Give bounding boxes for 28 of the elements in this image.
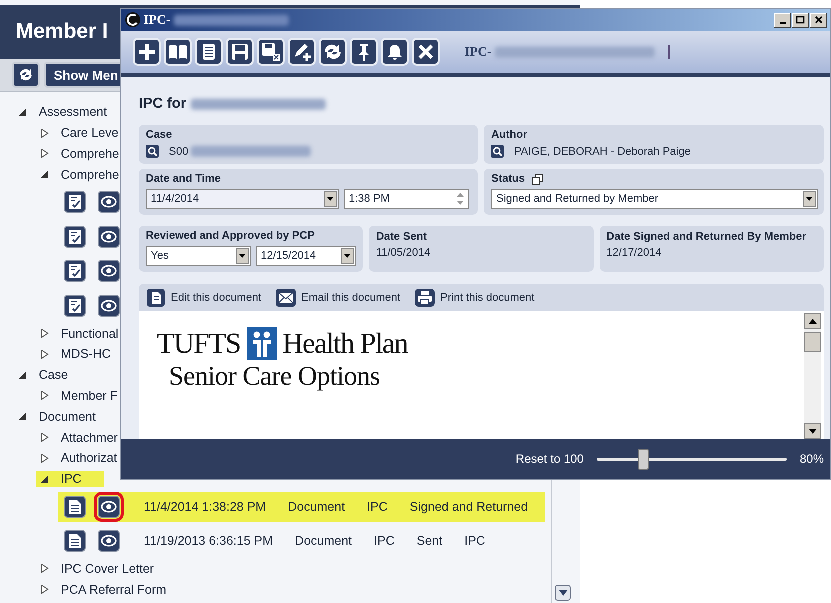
window-title: IPC- xyxy=(144,12,171,28)
table-cell: Document xyxy=(295,534,352,548)
table-cell: IPC xyxy=(464,534,486,548)
brand-name: Health Plan xyxy=(282,328,408,360)
table-cell: Signed and Returned xyxy=(410,500,528,514)
table-cell: 11/19/2013 6:36:15 PM xyxy=(144,534,274,548)
field-value: PAIGE, DEBORAH - Deborah Paige xyxy=(514,146,691,158)
brand-subtitle: Senior Care Options xyxy=(169,360,381,392)
table-cell: IPC xyxy=(374,534,395,548)
form-heading: IPC for xyxy=(139,96,187,112)
brand-name: TUFTS xyxy=(157,328,241,360)
field-label: Date Signed and Returned By Member xyxy=(606,230,807,245)
record-title: IPC- xyxy=(465,44,492,60)
field-label: Date Sent xyxy=(376,230,428,245)
table-cell: Sent xyxy=(416,534,443,548)
zoom-reading: 80% xyxy=(800,452,824,466)
table-cell: 11/4/2014 1:38:28 PM xyxy=(144,500,266,514)
field-label: Reviewed and Approved by PCP xyxy=(146,230,315,242)
table-cell: Document xyxy=(288,500,346,514)
field-label: Status xyxy=(491,173,526,185)
field-label: Date and Time xyxy=(146,173,221,185)
app-title: Member I xyxy=(16,20,108,44)
field-label: Case xyxy=(146,129,172,141)
field-label: Author xyxy=(491,129,528,141)
field-value: 12/17/2014 xyxy=(606,247,663,259)
field-value: 11/05/2014 xyxy=(376,247,432,259)
table-cell: IPC xyxy=(367,500,388,514)
field-value: S00 xyxy=(169,146,189,158)
